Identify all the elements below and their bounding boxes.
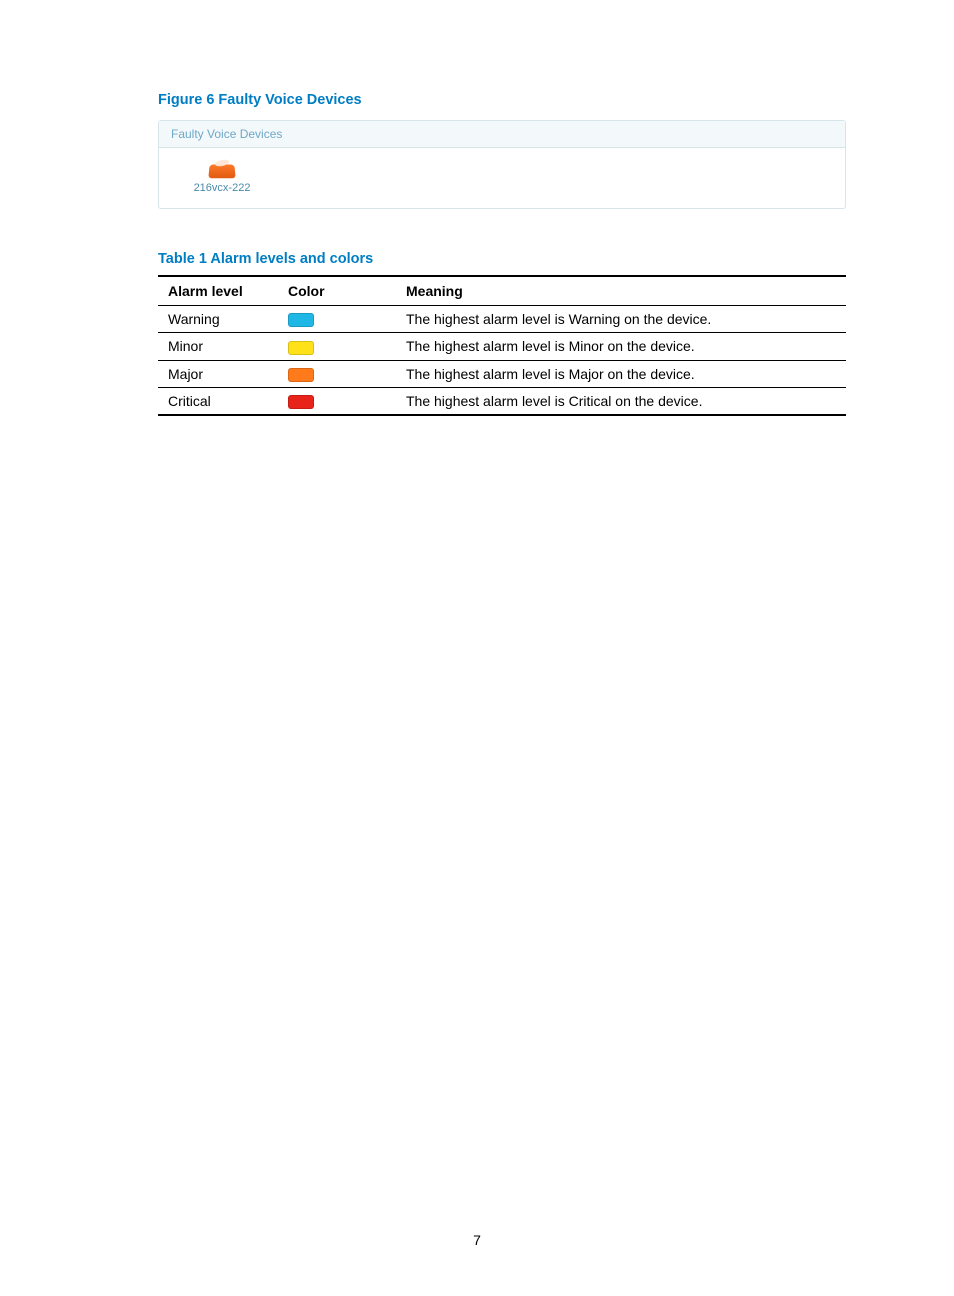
table-row: Minor The highest alarm level is Minor o…: [158, 333, 846, 360]
faulty-devices-panel: Faulty Voice Devices 216vcx-222: [158, 120, 846, 209]
cell-color: [278, 360, 396, 387]
cell-color: [278, 387, 396, 415]
table-header-row: Alarm level Color Meaning: [158, 276, 846, 306]
cell-level: Warning: [158, 306, 278, 333]
col-header-meaning: Meaning: [396, 276, 846, 306]
cell-level: Critical: [158, 387, 278, 415]
cell-meaning: The highest alarm level is Major on the …: [396, 360, 846, 387]
color-swatch-major: [288, 368, 314, 382]
table-caption: Table 1 Alarm levels and colors: [158, 251, 846, 267]
cell-color: [278, 333, 396, 360]
color-swatch-critical: [288, 395, 314, 409]
panel-header: Faulty Voice Devices: [159, 121, 845, 148]
color-swatch-minor: [288, 341, 314, 355]
page-number: 7: [0, 1232, 954, 1248]
table-row: Warning The highest alarm level is Warni…: [158, 306, 846, 333]
cell-meaning: The highest alarm level is Minor on the …: [396, 333, 846, 360]
cell-meaning: The highest alarm level is Warning on th…: [396, 306, 846, 333]
alarm-levels-table: Alarm level Color Meaning Warning The hi…: [158, 275, 846, 416]
table-row: Critical The highest alarm level is Crit…: [158, 387, 846, 415]
cell-color: [278, 306, 396, 333]
panel-body: 216vcx-222: [159, 148, 845, 208]
figure-title: Figure 6 Faulty Voice Devices: [158, 92, 846, 108]
col-header-color: Color: [278, 276, 396, 306]
table-row: Major The highest alarm level is Major o…: [158, 360, 846, 387]
cell-level: Major: [158, 360, 278, 387]
cell-level: Minor: [158, 333, 278, 360]
col-header-level: Alarm level: [158, 276, 278, 306]
color-swatch-warning: [288, 313, 314, 327]
device-item[interactable]: 216vcx-222: [181, 158, 263, 194]
phone-device-icon: [209, 158, 235, 180]
device-label: 216vcx-222: [194, 182, 251, 194]
cell-meaning: The highest alarm level is Critical on t…: [396, 387, 846, 415]
